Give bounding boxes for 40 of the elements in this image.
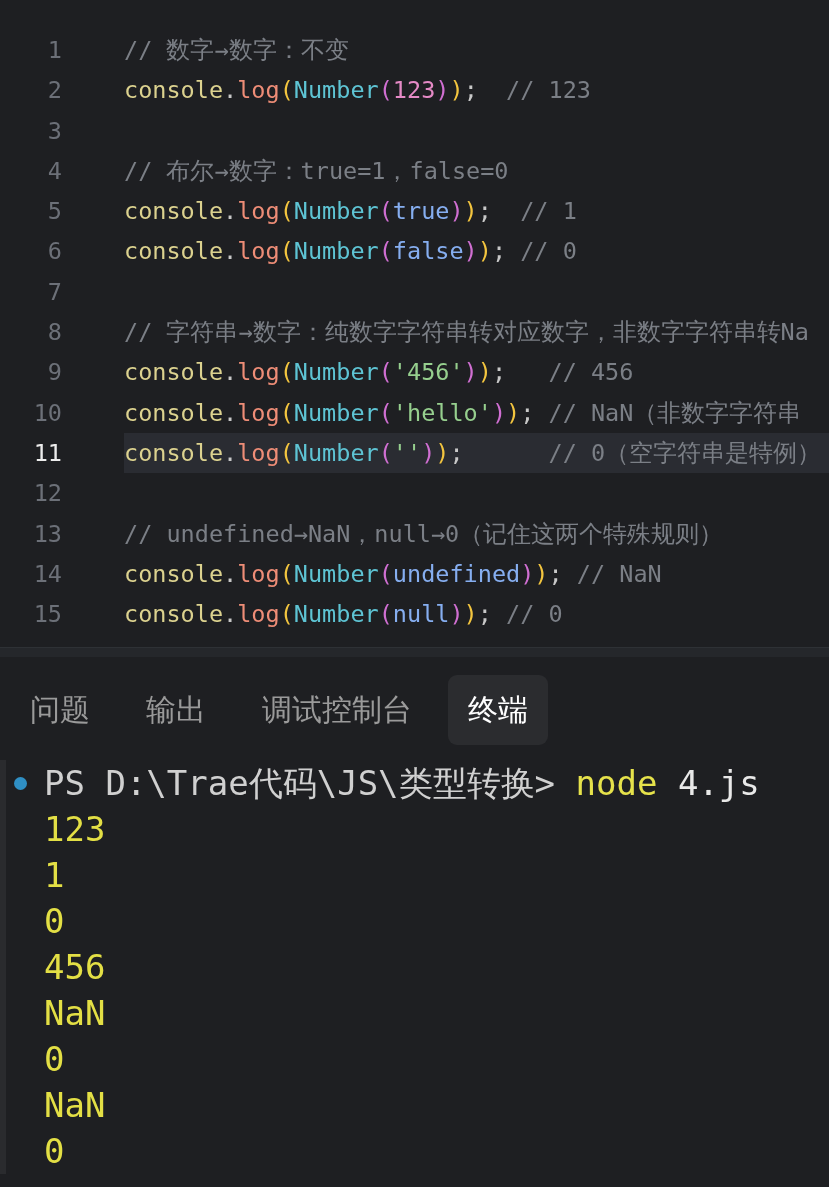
line-number: 1: [46, 35, 62, 66]
line-number: 10: [32, 397, 62, 429]
code-line: // 数字→数字：不变: [124, 35, 349, 66]
line-number: 12: [32, 478, 62, 510]
line-number: 7: [46, 276, 62, 308]
line-number: 15: [32, 599, 62, 631]
terminal-command-line: PS D:\Trae代码\JS\类型转换> node 4.js: [44, 762, 760, 806]
terminal-output-line: 1: [44, 854, 65, 898]
line-number: 14: [32, 558, 62, 590]
code-line: console.log(Number(false)); // 0: [124, 236, 577, 268]
terminal-output-line: NaN: [44, 992, 106, 1036]
line-number: 13: [32, 518, 62, 550]
panel-tab[interactable]: 终端: [448, 675, 548, 746]
line-number: 9: [46, 357, 62, 389]
terminal-output-line: 0: [44, 1130, 65, 1174]
line-number: 11: [32, 437, 62, 469]
code-line: console.log(Number(true)); // 1: [124, 196, 577, 228]
panel-tab[interactable]: 输出: [126, 675, 226, 746]
code-line: // 布尔→数字：true=1，false=0: [124, 155, 509, 187]
line-number: 2: [46, 75, 62, 107]
line-number: 4: [46, 155, 62, 187]
terminal-output-line: NaN: [44, 1084, 106, 1128]
code-line: // undefined→NaN，null→0（记住这两个特殊规则）: [124, 518, 724, 550]
dot-icon: [14, 776, 27, 790]
line-number: 6: [46, 236, 62, 268]
code-line: // 字符串→数字：纯数字字符串转对应数字，非数字字符串转Na: [124, 317, 809, 349]
terminal-output-line: 0: [44, 1038, 65, 1082]
code-line: console.log(Number(123)); // 123: [124, 75, 591, 107]
line-number: 8: [46, 317, 62, 349]
panel-tab[interactable]: 调试控制台: [242, 675, 432, 746]
panel-tab[interactable]: 问题: [10, 675, 110, 746]
terminal-output-line: 123: [44, 808, 106, 852]
terminal-output-line: 456: [44, 946, 106, 990]
code-line: console.log(Number('456')); // 456: [124, 357, 634, 389]
code-line: console.log(Number(null)); // 0: [124, 599, 563, 631]
code-line: console.log(Number('hello')); // NaN（非数字字符串: [124, 397, 802, 429]
code-line: console.log(Number(undefined)); // NaN: [124, 558, 662, 590]
line-number: 3: [46, 115, 62, 147]
terminal-output-line: 0: [44, 900, 65, 944]
line-number: 5: [46, 196, 62, 228]
